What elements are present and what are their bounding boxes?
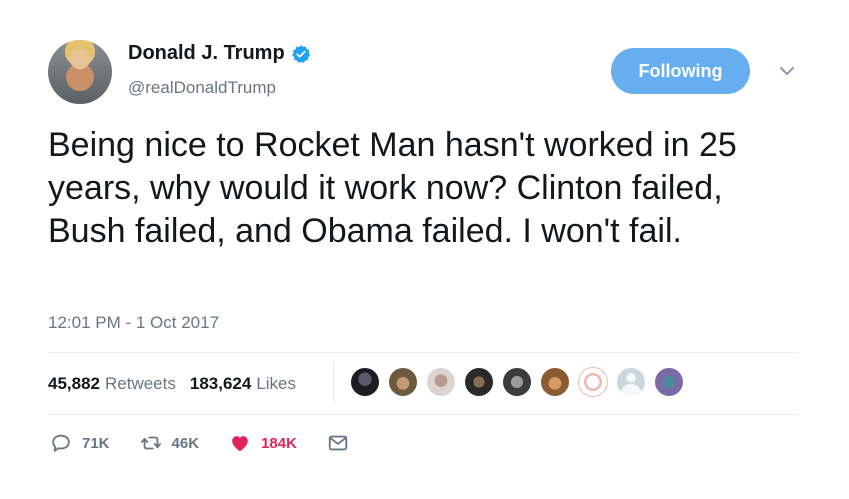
reply-icon: [52, 434, 70, 452]
following-button[interactable]: Following: [611, 48, 750, 94]
user-name-row: Donald J. Trump: [128, 42, 311, 65]
liker-avatar[interactable]: [654, 367, 684, 397]
verified-icon: [291, 44, 310, 63]
liker-avatar[interactable]: [388, 367, 418, 397]
reply-count: 71K: [82, 434, 110, 452]
like-count: 184K: [261, 434, 297, 452]
retweet-count: 46K: [171, 434, 200, 452]
tweet-timestamp[interactable]: 12:01 PM - 1 Oct 2017: [48, 313, 219, 333]
stats-separator: [333, 362, 334, 404]
likes-count[interactable]: 183,624: [190, 374, 251, 394]
avatar[interactable]: [48, 40, 112, 104]
liker-avatar[interactable]: [540, 367, 570, 397]
liker-avatar[interactable]: [616, 367, 646, 397]
message-icon: [328, 435, 348, 451]
liker-avatar[interactable]: [350, 367, 380, 397]
retweets-label[interactable]: Retweets: [105, 374, 176, 394]
divider-bottom: [48, 414, 798, 415]
liker-avatar[interactable]: [426, 367, 456, 397]
like-button[interactable]: 184K: [229, 432, 297, 454]
user-handle[interactable]: @realDonaldTrump: [128, 78, 276, 98]
direct-message-button[interactable]: [327, 432, 349, 454]
retweet-button[interactable]: 46K: [140, 432, 200, 454]
tweet-stats: 45,882 Retweets 183,624 Likes: [48, 374, 296, 394]
chevron-down-icon[interactable]: [778, 64, 796, 78]
tweet-actions: 71K 46K 184K: [50, 432, 379, 454]
liker-avatars: [350, 367, 692, 397]
reply-button[interactable]: 71K: [50, 432, 110, 454]
liker-avatar[interactable]: [464, 367, 494, 397]
retweets-count[interactable]: 45,882: [48, 374, 100, 394]
liker-avatar[interactable]: [578, 367, 608, 397]
heart-icon: [232, 436, 248, 452]
tweet-text: Being nice to Rocket Man hasn't worked i…: [48, 126, 737, 250]
divider-top: [48, 352, 798, 353]
retweet-icon: [140, 436, 161, 450]
likes-label[interactable]: Likes: [256, 374, 296, 394]
liker-avatar[interactable]: [502, 367, 532, 397]
user-name[interactable]: Donald J. Trump: [128, 42, 285, 65]
